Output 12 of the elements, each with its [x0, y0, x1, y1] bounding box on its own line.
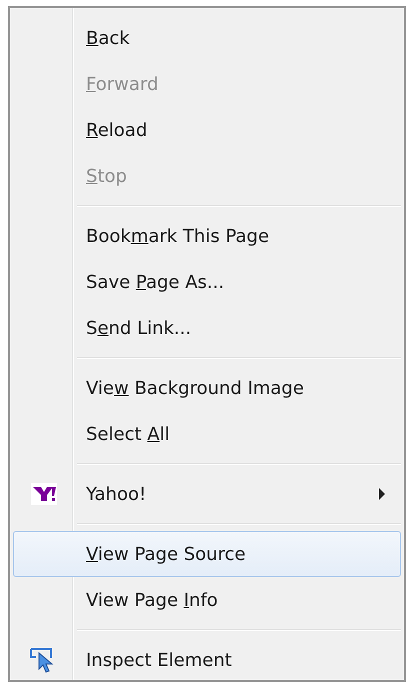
menu-item[interactable]: Select All — [13, 411, 401, 457]
menu-item[interactable]: Yahoo! — [13, 471, 401, 517]
menu-item[interactable]: Back — [13, 15, 401, 61]
logo-icon — [31, 483, 57, 505]
menu-item[interactable]: Bookmark This Page — [13, 213, 401, 259]
menu-item[interactable]: Reload — [13, 107, 401, 153]
menu-item[interactable]: Send Link... — [13, 305, 401, 351]
menu-item[interactable]: Save Page As... — [13, 259, 401, 305]
menu-item[interactable]: View Page Info — [13, 577, 401, 623]
menu-item[interactable]: View Background Image — [13, 365, 401, 411]
menu-item[interactable]: Inspect Element — [13, 637, 401, 683]
menu-item[interactable]: View Page Source — [13, 531, 401, 577]
